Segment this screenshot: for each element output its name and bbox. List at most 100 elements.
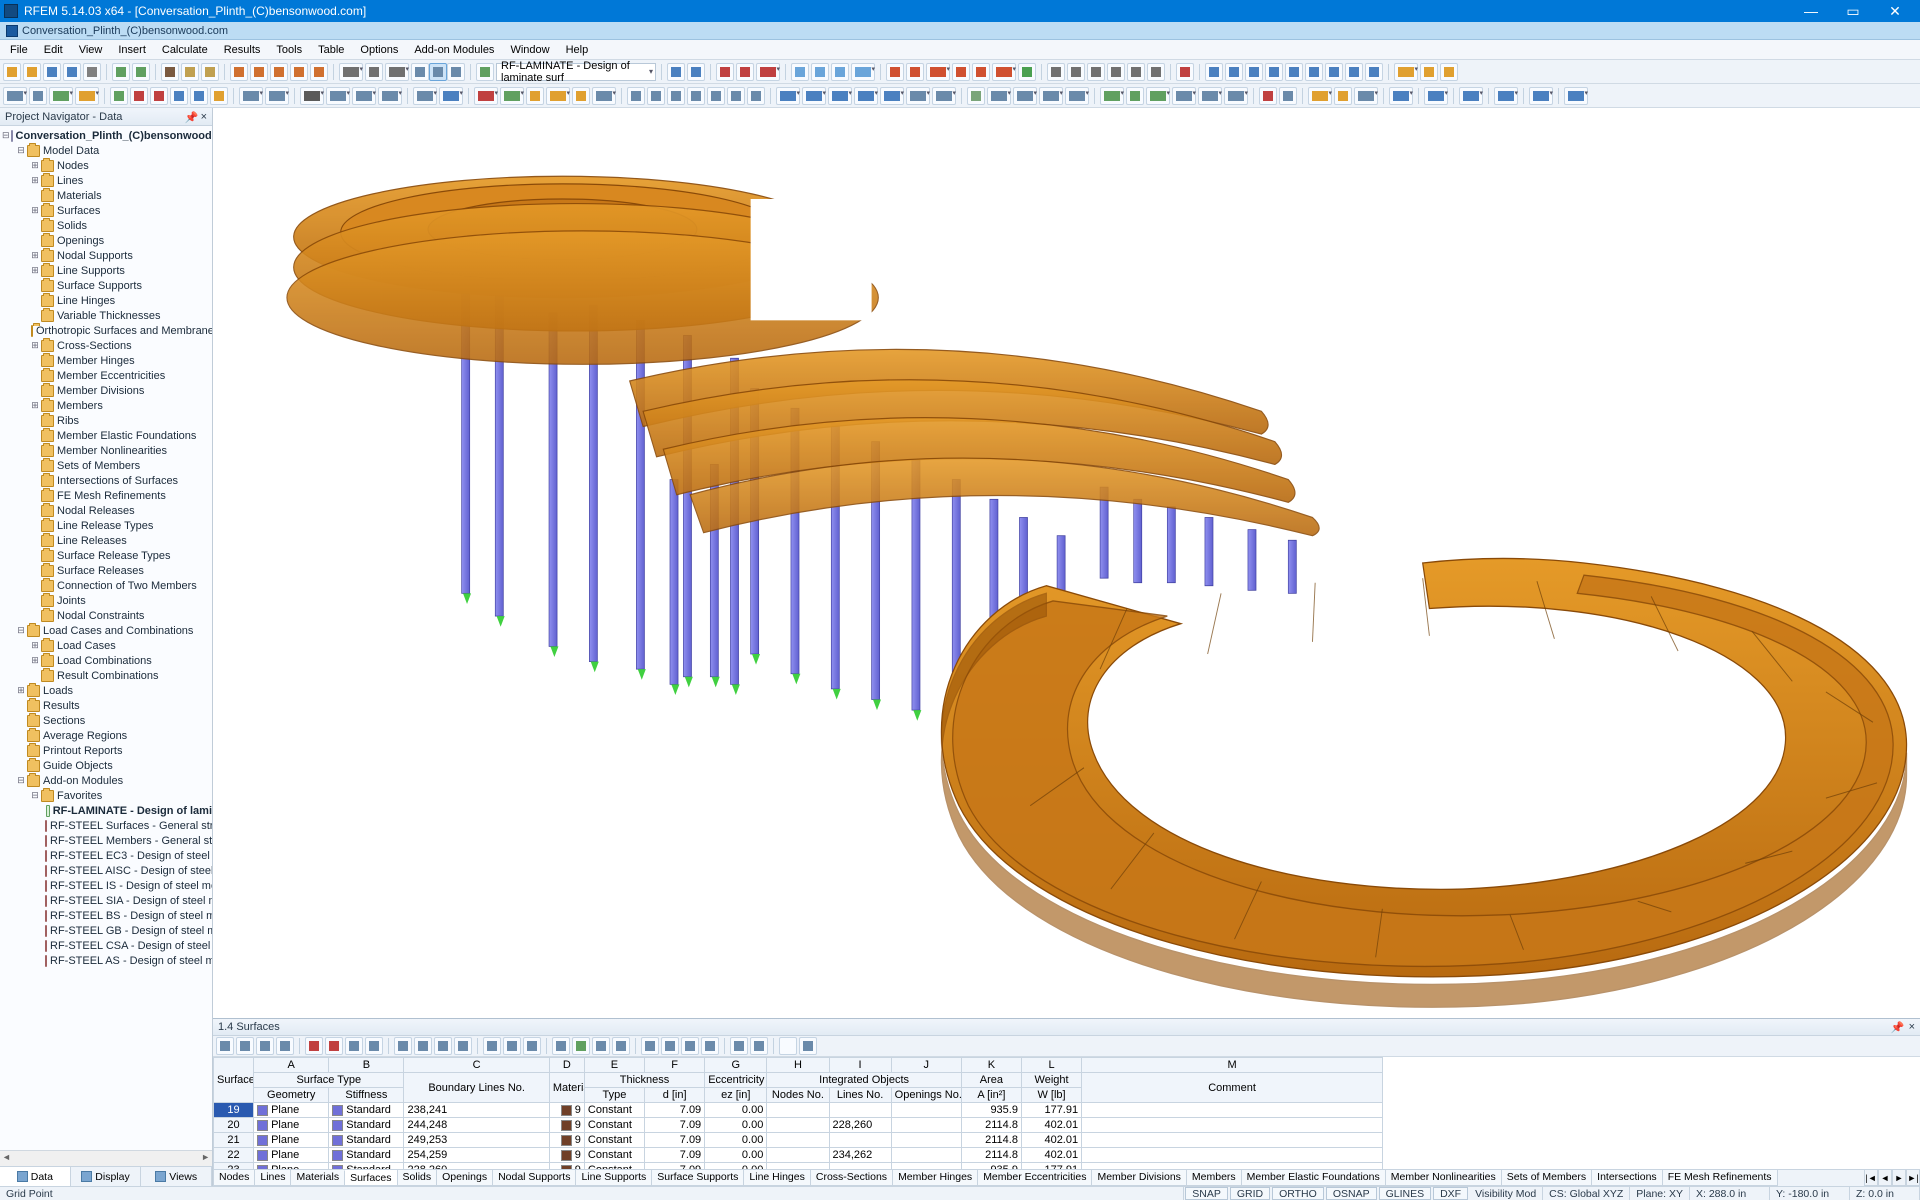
t2-31-icon[interactable] xyxy=(747,87,765,105)
rotate-icon[interactable] xyxy=(290,63,308,81)
t2-15-icon[interactable] xyxy=(352,87,376,105)
tree-item[interactable]: Openings xyxy=(0,233,212,248)
tree-item[interactable]: Surface Supports xyxy=(0,278,212,293)
grp4-icon[interactable] xyxy=(952,63,970,81)
status-glines[interactable]: GLINES xyxy=(1379,1187,1432,1200)
col-C[interactable]: C xyxy=(404,1058,549,1073)
t2-48-icon[interactable] xyxy=(1198,87,1222,105)
menu-help[interactable]: Help xyxy=(558,42,597,58)
tree-item[interactable]: Connection of Two Members xyxy=(0,578,212,593)
tree-item[interactable]: Line Releases xyxy=(0,533,212,548)
navigator-close-icon[interactable]: × xyxy=(201,111,207,123)
navigator-hscroll[interactable] xyxy=(0,1150,212,1166)
t2-35-icon[interactable] xyxy=(854,87,878,105)
t2-41-icon[interactable] xyxy=(1013,87,1037,105)
menu-results[interactable]: Results xyxy=(216,42,269,58)
ax2-icon[interactable] xyxy=(1067,63,1085,81)
table-tab[interactable]: Member Divisions xyxy=(1091,1170,1186,1186)
navtab-data[interactable]: Data xyxy=(0,1167,71,1186)
menu-insert[interactable]: Insert xyxy=(110,42,154,58)
t2-38-icon[interactable] xyxy=(932,87,956,105)
tree-item[interactable]: ⊞Load Combinations xyxy=(0,653,212,668)
table-tab[interactable]: Nodal Supports xyxy=(492,1170,576,1186)
tt10-icon[interactable] xyxy=(414,1037,432,1055)
status-snap[interactable]: SNAP xyxy=(1185,1187,1228,1200)
t2-37-icon[interactable] xyxy=(906,87,930,105)
select-dd-icon[interactable] xyxy=(339,63,363,81)
nav-next-icon[interactable] xyxy=(687,63,705,81)
ax4-icon[interactable] xyxy=(1107,63,1125,81)
render3-icon[interactable] xyxy=(1440,63,1458,81)
t2-40-icon[interactable] xyxy=(987,87,1011,105)
t2-13-icon[interactable] xyxy=(300,87,324,105)
tree-lcc[interactable]: ⊟Load Cases and Combinations xyxy=(0,623,212,638)
t2-24-icon[interactable] xyxy=(592,87,616,105)
tree-item[interactable]: Sets of Members xyxy=(0,458,212,473)
tree-item[interactable]: ⊞Cross-Sections xyxy=(0,338,212,353)
open-icon[interactable] xyxy=(23,63,41,81)
tree-item[interactable]: RF-STEEL Surfaces - General stress a xyxy=(0,818,212,833)
tree-model-data[interactable]: ⊟Model Data xyxy=(0,143,212,158)
table-tab[interactable]: Nodes xyxy=(213,1170,255,1186)
table-tab[interactable]: Lines xyxy=(254,1170,291,1186)
table-tab[interactable]: Member Hinges xyxy=(892,1170,978,1186)
new-icon[interactable] xyxy=(3,63,21,81)
t2-33-icon[interactable] xyxy=(802,87,826,105)
tree-item[interactable]: Solids xyxy=(0,218,212,233)
vw1-icon[interactable] xyxy=(1205,63,1223,81)
ax1-icon[interactable] xyxy=(1047,63,1065,81)
t2-16-icon[interactable] xyxy=(378,87,402,105)
tree-item[interactable]: Orthotropic Surfaces and Membrane xyxy=(0,323,212,338)
vw6-icon[interactable] xyxy=(1305,63,1323,81)
vw4-icon[interactable] xyxy=(1265,63,1283,81)
tree-root[interactable]: ⊟Conversation_Plinth_(C)bensonwood.com^ xyxy=(0,128,212,143)
tree-item[interactable]: RF-STEEL SIA - Design of steel mem xyxy=(0,893,212,908)
tt26-icon[interactable] xyxy=(799,1037,817,1055)
res2-icon[interactable] xyxy=(811,63,829,81)
t2-43-icon[interactable] xyxy=(1065,87,1089,105)
t2-26-icon[interactable] xyxy=(647,87,665,105)
render1-icon[interactable] xyxy=(1394,63,1418,81)
col-J[interactable]: J xyxy=(891,1058,961,1073)
tree-item[interactable]: RF-STEEL BS - Design of steel memb xyxy=(0,908,212,923)
vw9-icon[interactable] xyxy=(1365,63,1383,81)
col-A[interactable]: A xyxy=(254,1058,329,1073)
menu-tools[interactable]: Tools xyxy=(268,42,310,58)
tt17-icon[interactable] xyxy=(572,1037,590,1055)
status-grid[interactable]: GRID xyxy=(1230,1187,1270,1200)
menu-table[interactable]: Table xyxy=(310,42,352,58)
t2-19-icon[interactable] xyxy=(474,87,498,105)
tree-item[interactable]: Variable Thicknesses xyxy=(0,308,212,323)
minimize-button[interactable]: — xyxy=(1790,0,1832,22)
t2-4-icon[interactable] xyxy=(75,87,99,105)
maximize-button[interactable]: ▭ xyxy=(1832,0,1874,22)
tree-item[interactable]: Guide Objects xyxy=(0,758,212,773)
t2-54-icon[interactable] xyxy=(1354,87,1378,105)
col-L[interactable]: L xyxy=(1021,1058,1081,1073)
t2-57-icon[interactable] xyxy=(1459,87,1483,105)
vw2-icon[interactable] xyxy=(1225,63,1243,81)
t2-27-icon[interactable] xyxy=(667,87,685,105)
tree-item[interactable]: FE Mesh Refinements xyxy=(0,488,212,503)
tree-item[interactable]: RF-STEEL EC3 - Design of steel mem xyxy=(0,848,212,863)
tt21-icon[interactable] xyxy=(661,1037,679,1055)
refresh-icon[interactable] xyxy=(310,63,328,81)
vw5-icon[interactable] xyxy=(1285,63,1303,81)
t2-17-icon[interactable] xyxy=(413,87,437,105)
save-icon[interactable] xyxy=(43,63,61,81)
zoom-icon[interactable] xyxy=(230,63,248,81)
res3-icon[interactable] xyxy=(831,63,849,81)
menu-calculate[interactable]: Calculate xyxy=(154,42,216,58)
t2-44-icon[interactable] xyxy=(1100,87,1124,105)
menu-window[interactable]: Window xyxy=(502,42,557,58)
t2-12-icon[interactable] xyxy=(265,87,289,105)
tab-nav-first[interactable]: |◄ xyxy=(1864,1170,1878,1186)
tree-item[interactable]: RF-STEEL AS - Design of steel memt xyxy=(0,953,212,968)
tree-item[interactable]: Average Regions xyxy=(0,728,212,743)
tree-item[interactable]: Member Nonlinearities xyxy=(0,443,212,458)
tree-item[interactable]: Intersections of Surfaces xyxy=(0,473,212,488)
pin-icon[interactable]: 📌 xyxy=(185,111,197,123)
tt9-icon[interactable] xyxy=(394,1037,412,1055)
t2-23-icon[interactable] xyxy=(572,87,590,105)
t2-52-icon[interactable] xyxy=(1308,87,1332,105)
